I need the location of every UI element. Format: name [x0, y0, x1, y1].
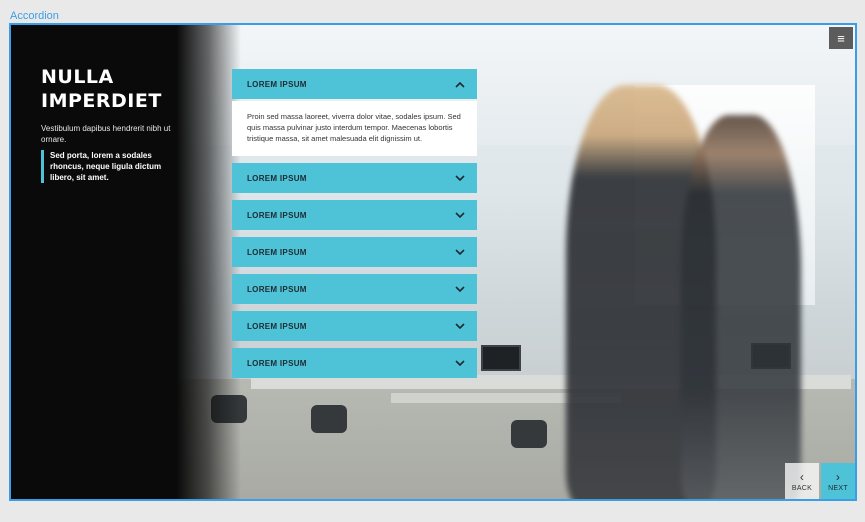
accordion-item: LOREM IPSUM	[232, 237, 477, 267]
slide-frame: NULLA IMPERDIET Vestibulum dapibus hendr…	[9, 23, 857, 501]
accordion-item: LOREM IPSUM	[232, 274, 477, 304]
accordion-header[interactable]: LOREM IPSUM	[232, 200, 477, 230]
slide-quote: Sed porta, lorem a sodales rhoncus, nequ…	[41, 150, 176, 183]
next-button[interactable]: › NEXT	[821, 463, 855, 499]
accordion-title: LOREM IPSUM	[247, 79, 307, 89]
chevron-down-icon	[453, 208, 467, 222]
intro-panel: NULLA IMPERDIET Vestibulum dapibus hendr…	[11, 25, 241, 499]
slide-description: Vestibulum dapibus hendrerit nibh ut orn…	[41, 124, 171, 144]
accordion-header[interactable]: LOREM IPSUM	[232, 311, 477, 341]
accordion-header[interactable]: LOREM IPSUM	[232, 237, 477, 267]
accordion-item: LOREM IPSUM	[232, 200, 477, 230]
menu-button[interactable]: ≡	[829, 27, 853, 49]
accordion-header[interactable]: LOREM IPSUM	[232, 274, 477, 304]
accordion-item: LOREM IPSUM Proin sed massa laoreet, viv…	[232, 69, 477, 156]
accordion-title: LOREM IPSUM	[247, 210, 307, 220]
accordion-title: LOREM IPSUM	[247, 284, 307, 294]
slide-title: NULLA IMPERDIET	[41, 66, 162, 112]
accordion-title: LOREM IPSUM	[247, 321, 307, 331]
next-label: NEXT	[828, 484, 848, 492]
accordion-title: LOREM IPSUM	[247, 247, 307, 257]
accordion-header[interactable]: LOREM IPSUM	[232, 69, 477, 99]
back-label: BACK	[791, 484, 813, 492]
back-button[interactable]: ‹ BACK	[785, 463, 819, 499]
accordion-header[interactable]: LOREM IPSUM	[232, 163, 477, 193]
accordion: LOREM IPSUM Proin sed massa laoreet, viv…	[232, 69, 477, 385]
chevron-down-icon	[453, 245, 467, 259]
chevron-down-icon	[453, 356, 467, 370]
accordion-item: LOREM IPSUM	[232, 163, 477, 193]
accordion-content: Proin sed massa laoreet, viverra dolor v…	[232, 101, 477, 156]
chevron-down-icon	[453, 171, 467, 185]
chevron-down-icon	[453, 282, 467, 296]
chevron-down-icon	[453, 319, 467, 333]
component-label: Accordion	[10, 10, 59, 22]
accordion-title: LOREM IPSUM	[247, 358, 307, 368]
accordion-title: LOREM IPSUM	[247, 173, 307, 183]
accordion-header[interactable]: LOREM IPSUM	[232, 348, 477, 378]
chevron-up-icon	[453, 77, 467, 91]
chevron-left-icon: ‹	[799, 469, 805, 484]
hamburger-icon: ≡	[837, 30, 845, 46]
accordion-item: LOREM IPSUM	[232, 311, 477, 341]
accordion-item: LOREM IPSUM	[232, 348, 477, 378]
chevron-right-icon: ›	[835, 469, 841, 484]
